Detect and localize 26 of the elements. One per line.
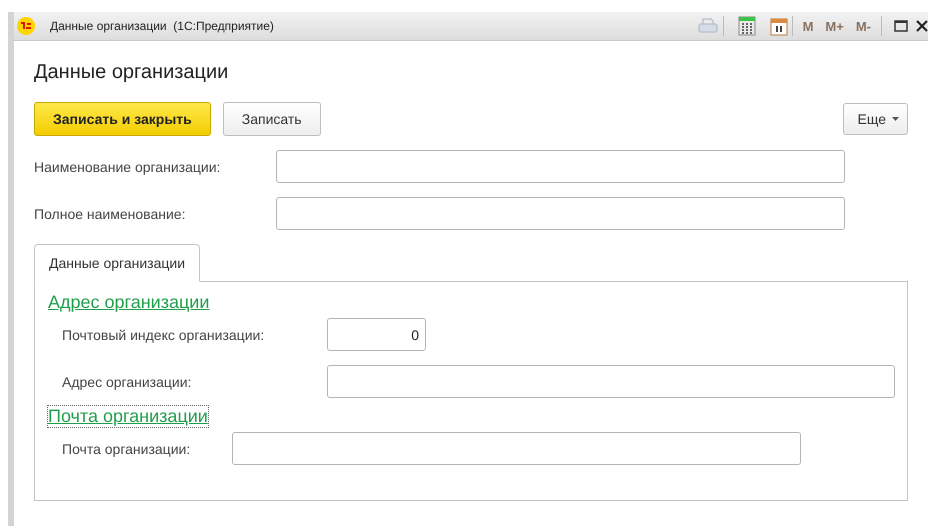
text-field[interactable] [327,365,895,398]
close-icon[interactable] [916,20,928,32]
tab[interactable]: Данные организации [34,244,200,282]
save-button[interactable]: Записать [222,102,321,136]
text-field[interactable] [276,197,845,230]
caret-icon [892,117,899,121]
field-label: Наименование организации: [34,158,222,174]
printer-icon[interactable] [696,17,719,35]
maximize-icon[interactable] [894,20,908,32]
field-label: Почтовый индекс организации: [62,326,266,342]
memory-button[interactable]: M [802,18,814,34]
field-label: Адрес организации: [62,374,192,390]
memory-button[interactable]: M+ [825,18,844,34]
form-title: Данные организации [34,61,230,84]
calendar-icon[interactable] [770,16,788,36]
save-and-close-button[interactable]: Записать и закрыть [34,102,211,136]
field-label: Почта организации: [62,440,192,456]
calculator-icon[interactable] [738,16,756,36]
more-button[interactable]: Еще [842,103,908,135]
app-logo-icon [16,16,36,36]
field-label: Полное наименование: [34,206,186,222]
text-field[interactable] [276,150,845,183]
window-title: Данные организации (1С:Предприятие) [50,19,274,33]
text-field[interactable] [232,432,801,465]
number-field[interactable]: 0 [327,318,426,351]
memory-button[interactable]: M- [856,18,871,34]
